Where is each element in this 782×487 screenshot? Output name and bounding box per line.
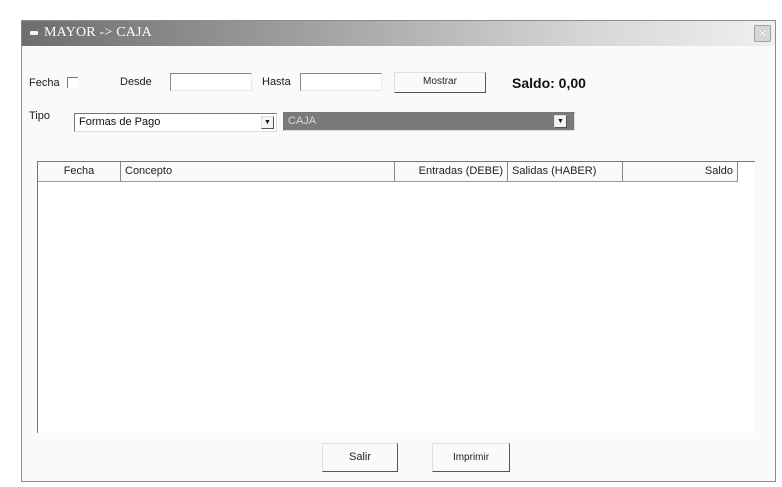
column-header-salidas[interactable]: Salidas (HABER) <box>508 162 623 181</box>
fecha-label: Fecha <box>29 77 60 89</box>
chevron-down-icon[interactable]: ▼ <box>261 116 274 129</box>
cuenta-select[interactable]: CAJA ▼ <box>283 112 575 131</box>
movimientos-grid[interactable]: Fecha Concepto Entradas (DEBE) Salidas (… <box>37 161 755 433</box>
column-header-fecha[interactable]: Fecha <box>38 162 121 181</box>
desde-input[interactable] <box>170 73 252 91</box>
mostrar-button[interactable]: Mostrar <box>394 72 486 93</box>
column-header-entradas[interactable]: Entradas (DEBE) <box>395 162 508 181</box>
mayor-caja-window: MAYOR -> CAJA ✕ Fecha Desde Hasta Mostra… <box>21 20 776 482</box>
window-menu-icon[interactable] <box>30 31 38 35</box>
tipo-select-value: Formas de Pago <box>79 116 161 128</box>
title-bar[interactable]: MAYOR -> CAJA ✕ <box>22 21 775 46</box>
hasta-label: Hasta <box>262 76 291 88</box>
column-header-concepto[interactable]: Concepto <box>121 162 395 181</box>
column-header-saldo[interactable]: Saldo <box>623 162 738 181</box>
chevron-down-icon[interactable]: ▼ <box>554 115 567 128</box>
saldo-total: Saldo: 0,00 <box>512 75 586 91</box>
imprimir-button[interactable]: Imprimir <box>432 443 510 472</box>
hasta-input[interactable] <box>300 73 382 91</box>
fecha-checkbox[interactable] <box>67 77 78 88</box>
tipo-label: Tipo <box>29 110 50 122</box>
tipo-select[interactable]: Formas de Pago ▼ <box>74 113 277 132</box>
desde-label: Desde <box>120 76 152 88</box>
grid-header: Fecha Concepto Entradas (DEBE) Salidas (… <box>38 162 738 182</box>
salir-button[interactable]: Salir <box>322 443 398 472</box>
window-title: MAYOR -> CAJA <box>44 25 152 40</box>
cuenta-select-value: CAJA <box>288 115 317 127</box>
close-button[interactable]: ✕ <box>754 25 771 42</box>
